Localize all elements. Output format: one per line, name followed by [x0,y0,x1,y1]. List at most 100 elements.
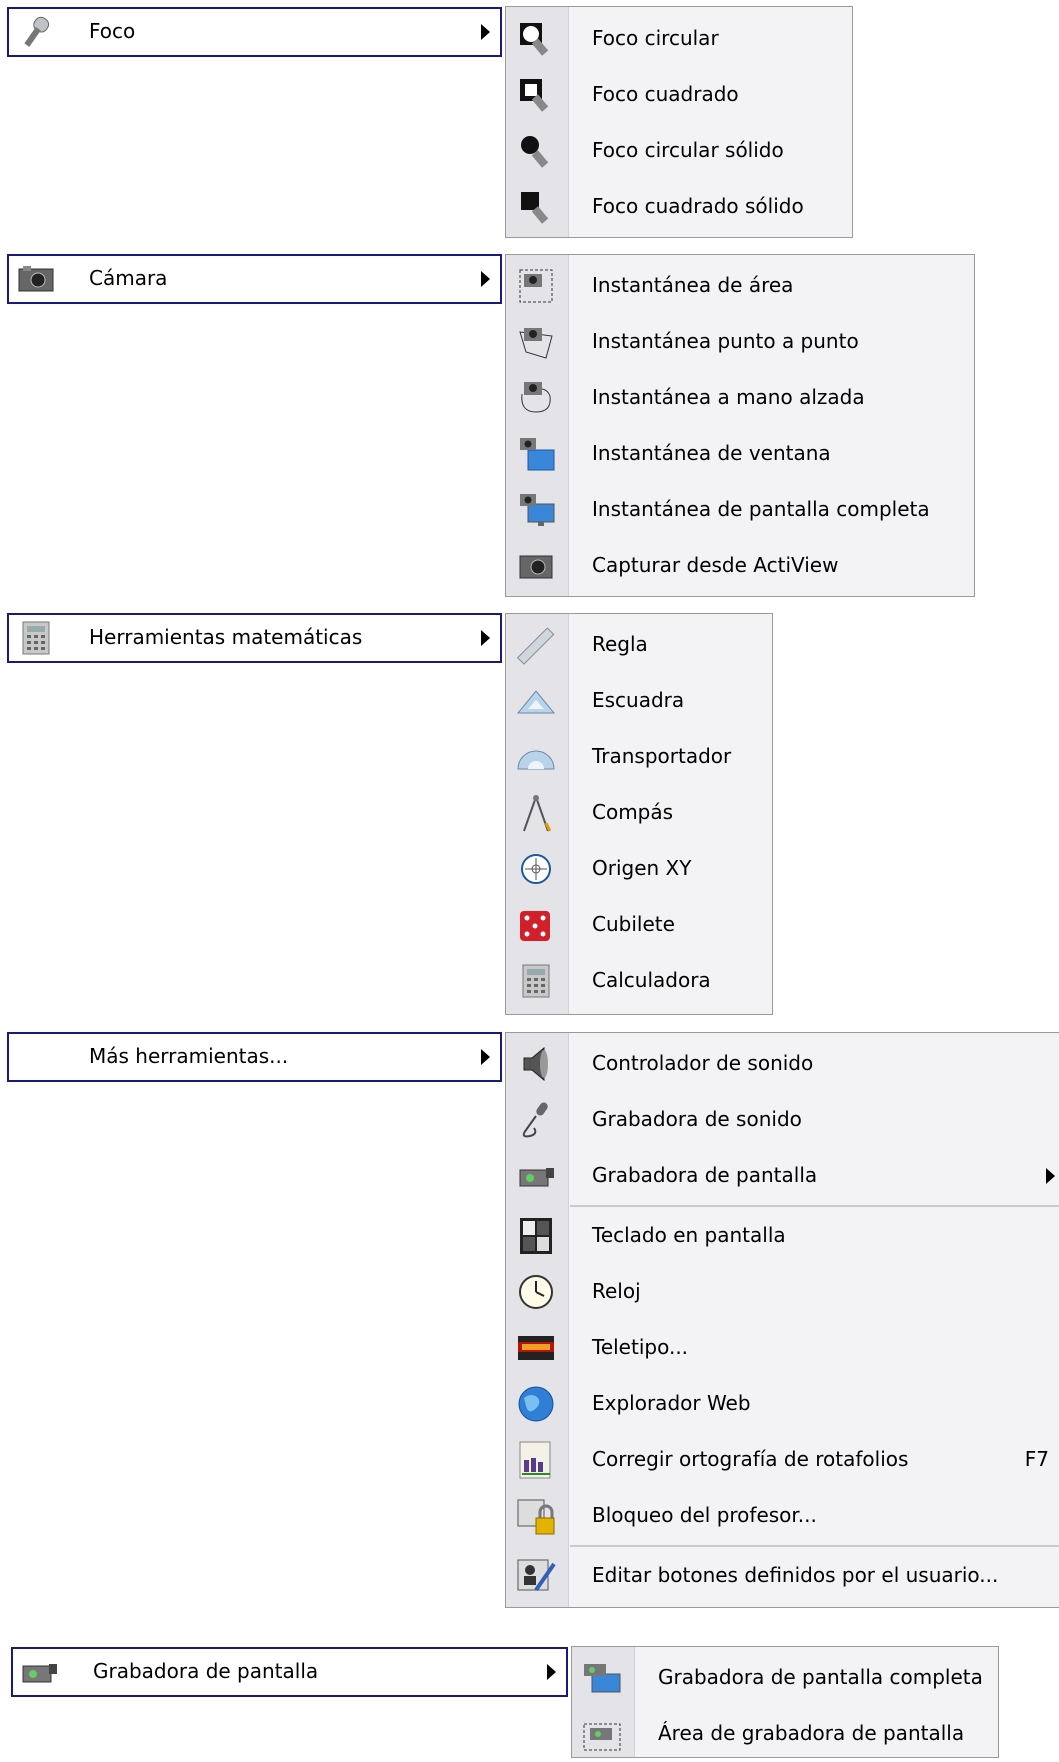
menu-label: Origen XY [592,856,692,880]
menu-label: Instantánea de ventana [592,441,831,465]
menu-label: Instantánea de pantalla completa [592,497,930,521]
menu-item-corregir-ortografia[interactable]: Corregir ortografía de rotafolios F7 [506,1432,1059,1488]
submenu-mas-herramientas: Controlador de sonido Grabadora de sonid… [505,1032,1059,1608]
menu-label: Foco [89,19,136,43]
submenu-arrow-icon [1046,1168,1055,1184]
menu-item-foco-circular-solido[interactable]: Foco circular sólido [506,123,852,179]
menu-item-instantanea-ventana[interactable]: Instantánea de ventana [506,426,974,482]
menu-label: Teletipo... [592,1335,689,1359]
menu-item-camara[interactable]: Cámara [7,254,502,304]
dice-icon [516,905,556,945]
edit-user-buttons-icon [516,1556,556,1596]
window-snapshot-icon [516,434,556,474]
menu-label: Cubilete [592,912,675,936]
solid-circular-spotlight-icon [516,131,556,171]
menu-item-foco-cuadrado[interactable]: Foco cuadrado [506,67,852,123]
freehand-snapshot-icon [516,378,556,418]
shortcut-label: F7 [1024,1447,1049,1471]
menu-label: Editar botones definidos por el usuario.… [592,1563,999,1587]
menu-item-foco-cuadrado-solido[interactable]: Foco cuadrado sólido [506,179,852,235]
protractor-icon [516,737,556,777]
menu-label: Foco circular sólido [592,138,784,162]
menu-item-teclado-pantalla[interactable]: Teclado en pantalla [506,1208,1059,1264]
menu-item-compas[interactable]: Compás [506,785,772,841]
fullscreen-snapshot-icon [516,490,556,530]
menu-item-grabadora-pantalla[interactable]: Grabadora de pantalla [506,1148,1059,1204]
menu-label: Grabadora de pantalla [592,1163,818,1187]
menu-item-herramientas-matematicas[interactable]: Herramientas matemáticas [7,613,502,663]
menu-item-grabadora-pantalla-parent[interactable]: Grabadora de pantalla [11,1647,568,1697]
menu-label: Transportador [592,744,732,768]
menu-label: Foco cuadrado [592,82,739,106]
microphone-icon [516,1100,556,1140]
menu-label: Herramientas matemáticas [89,625,363,649]
menu-label: Área de grabadora de pantalla [658,1721,965,1745]
submenu-camara: Instantánea de área Instantánea punto a … [505,254,975,597]
teacher-lock-icon [516,1496,556,1536]
set-square-icon [516,681,556,721]
submenu-foco: Foco circular Foco cuadrado Foco circula… [505,6,853,238]
spotlight-icon [15,14,57,50]
menu-label: Escuadra [592,688,685,712]
menu-item-controlador-sonido[interactable]: Controlador de sonido [506,1036,1059,1092]
menu-item-grabadora-sonido[interactable]: Grabadora de sonido [506,1092,1059,1148]
submenu-arrow-icon [481,630,490,646]
menu-item-transportador[interactable]: Transportador [506,729,772,785]
menu-label: Corregir ortografía de rotafolios [592,1447,909,1471]
menu-label: Cámara [89,266,168,290]
menu-item-reloj[interactable]: Reloj [506,1264,1059,1320]
menu-label: Más herramientas... [89,1044,289,1068]
camera-icon [15,261,57,297]
menu-item-calculadora[interactable]: Calculadora [506,953,772,1009]
menu-item-capturar-actiview[interactable]: Capturar desde ActiView [506,538,974,594]
area-snapshot-icon [516,266,556,306]
clock-icon [516,1272,556,1312]
submenu-grabadora-pantalla: Grabadora de pantalla completa Área de g… [571,1646,999,1758]
menu-label: Compás [592,800,674,824]
menu-label: Grabadora de pantalla [93,1659,319,1683]
menu-label: Capturar desde ActiView [592,553,839,577]
calculator-icon [516,961,556,1001]
spell-check-icon [516,1440,556,1480]
menu-item-explorador-web[interactable]: Explorador Web [506,1376,1059,1432]
menu-item-cubilete[interactable]: Cubilete [506,897,772,953]
submenu-arrow-icon [547,1664,556,1680]
ruler-icon [516,625,556,665]
submenu-arrow-icon [481,271,490,287]
menu-item-teletipo[interactable]: Teletipo... [506,1320,1059,1376]
menu-label: Instantánea de área [592,273,794,297]
menu-label: Calculadora [592,968,711,992]
menu-item-instantanea-area[interactable]: Instantánea de área [506,258,974,314]
submenu-arrow-icon [481,24,490,40]
speaker-icon [516,1044,556,1084]
menu-item-grabadora-pantalla-completa[interactable]: Grabadora de pantalla completa [572,1650,998,1706]
menu-item-escuadra[interactable]: Escuadra [506,673,772,729]
menu-item-area-grabadora-pantalla[interactable]: Área de grabadora de pantalla [572,1706,998,1762]
menu-label: Explorador Web [592,1391,751,1415]
menu-label: Instantánea punto a punto [592,329,859,353]
ticker-tape-icon [516,1328,556,1368]
menu-label: Reloj [592,1279,641,1303]
menu-label: Foco cuadrado sólido [592,194,804,218]
menu-item-mas-herramientas[interactable]: Más herramientas... [7,1032,502,1082]
menu-item-regla[interactable]: Regla [506,617,772,673]
video-camera-icon [516,1156,556,1196]
menu-item-editar-botones[interactable]: Editar botones definidos por el usuario.… [506,1548,1059,1604]
menu-item-instantanea-punto-a-punto[interactable]: Instantánea punto a punto [506,314,974,370]
menu-item-foco[interactable]: Foco [7,7,502,57]
menu-label: Teclado en pantalla [592,1223,786,1247]
menu-item-bloqueo-profesor[interactable]: Bloqueo del profesor... [506,1488,1059,1544]
area-recorder-icon [582,1714,622,1754]
square-spotlight-icon [516,75,556,115]
actiview-camera-icon [516,546,556,586]
compass-icon [516,793,556,833]
menu-label: Bloqueo del profesor... [592,1503,817,1527]
menu-item-instantanea-pantalla-completa[interactable]: Instantánea de pantalla completa [506,482,974,538]
menu-item-instantanea-mano-alzada[interactable]: Instantánea a mano alzada [506,370,974,426]
menu-item-origen-xy[interactable]: Origen XY [506,841,772,897]
menu-item-foco-circular[interactable]: Foco circular [506,11,852,67]
solid-square-spotlight-icon [516,187,556,227]
menu-label: Foco circular [592,26,719,50]
circular-spotlight-icon [516,19,556,59]
point-to-point-snapshot-icon [516,322,556,362]
